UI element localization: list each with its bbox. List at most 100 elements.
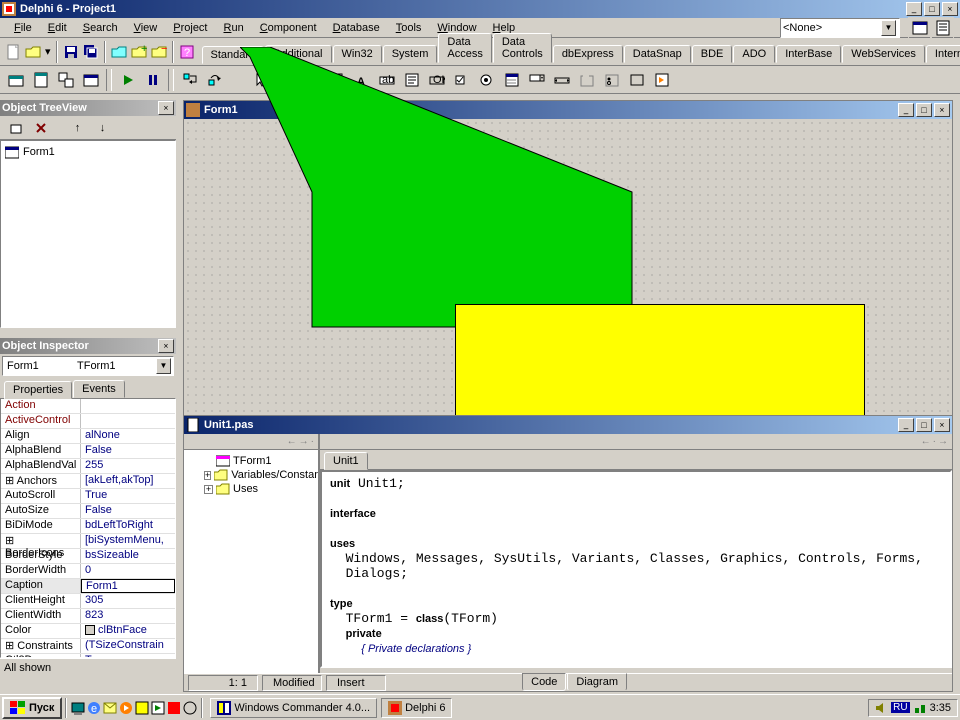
- toggle-form-unit-button[interactable]: [54, 69, 77, 91]
- treeview-body[interactable]: Form1: [0, 140, 176, 328]
- ql-app2-icon[interactable]: [150, 700, 166, 716]
- ql-outlook-icon[interactable]: [102, 700, 118, 716]
- ql-desktop-icon[interactable]: [70, 700, 86, 716]
- step-over-button[interactable]: [203, 69, 226, 91]
- run-button[interactable]: [116, 69, 139, 91]
- dropdown-arrow-icon[interactable]: ▼: [881, 20, 896, 36]
- ql-app1-icon[interactable]: [134, 700, 150, 716]
- radiobutton-component[interactable]: [475, 69, 498, 91]
- tab-datasnap[interactable]: DataSnap: [624, 45, 691, 63]
- prop-row-alphablend[interactable]: AlphaBlendFalse: [1, 444, 175, 459]
- open-project-button[interactable]: [110, 41, 128, 63]
- tab-interbase[interactable]: InterBase: [776, 45, 841, 63]
- maximize-button[interactable]: □: [924, 2, 940, 16]
- groupbox-component[interactable]: [575, 69, 598, 91]
- code-explorer[interactable]: ← → · TForm1+Variables/Constants+Uses: [184, 434, 320, 673]
- ql-app4-icon[interactable]: [182, 700, 198, 716]
- prop-row-bidimode[interactable]: BiDiModebdLeftToRight: [1, 519, 175, 534]
- nav-fwd-icon[interactable]: →: [299, 436, 309, 447]
- prop-row-action[interactable]: Action: [1, 399, 175, 414]
- prop-row-constraints[interactable]: ⊞ Constraints(TSizeConstrain: [1, 639, 175, 654]
- ql-ie-icon[interactable]: e: [86, 700, 102, 716]
- button-component[interactable]: OK: [425, 69, 448, 91]
- inspector-grid[interactable]: Action ActiveControl AlignalNone AlphaBl…: [0, 398, 176, 658]
- prop-row-alphablendval[interactable]: AlphaBlendVal255: [1, 459, 175, 474]
- save-all-button[interactable]: [82, 41, 100, 63]
- code-tree-uses[interactable]: +Uses: [188, 482, 314, 496]
- tab-win32[interactable]: Win32: [333, 45, 382, 63]
- bottom-tab-diagram[interactable]: Diagram: [567, 673, 627, 691]
- tab-bde[interactable]: BDE: [692, 45, 733, 63]
- pause-button[interactable]: [141, 69, 164, 91]
- new-form-button[interactable]: [79, 69, 102, 91]
- tab-ado[interactable]: ADO: [733, 45, 775, 63]
- scrollbar-component[interactable]: [550, 69, 573, 91]
- minimize-button[interactable]: _: [906, 2, 922, 16]
- prop-row-align[interactable]: AlignalNone: [1, 429, 175, 444]
- designer-titlebar[interactable]: Form1 _ □ ×: [184, 101, 952, 119]
- tab-events[interactable]: Events: [73, 380, 125, 398]
- unit-view-button[interactable]: [931, 17, 954, 39]
- prop-row-autoscroll[interactable]: AutoScrollTrue: [1, 489, 175, 504]
- prop-row-bordericons[interactable]: ⊞ BorderIcons[biSystemMenu,: [1, 534, 175, 549]
- clock[interactable]: 3:35: [930, 702, 951, 714]
- menu-database[interactable]: Database: [325, 20, 388, 36]
- prop-row-borderstyle[interactable]: BorderStylebsSizeable: [1, 549, 175, 564]
- tray-vol-icon[interactable]: [875, 702, 887, 714]
- task-wincommander[interactable]: Windows Commander 4.0...: [210, 698, 377, 718]
- nav-fwd-icon[interactable]: →: [938, 436, 948, 447]
- nav-back-icon[interactable]: ←: [287, 436, 297, 447]
- config-combo[interactable]: ▼: [780, 18, 900, 38]
- design-surface[interactable]: [184, 119, 952, 419]
- frames-component[interactable]: [275, 69, 298, 91]
- memo-component[interactable]: [400, 69, 423, 91]
- menu-component[interactable]: Component: [252, 20, 325, 36]
- tree-up-button[interactable]: ↑: [66, 117, 89, 139]
- checkbox-component[interactable]: [450, 69, 473, 91]
- tree-new-button[interactable]: [4, 117, 27, 139]
- help-button[interactable]: ?: [178, 41, 196, 63]
- prop-row-activecontrol[interactable]: ActiveControl: [1, 414, 175, 429]
- view-unit-button[interactable]: [29, 69, 52, 91]
- code-editor[interactable]: unit Unit1; interface uses Windows, Mess…: [320, 470, 952, 668]
- tree-down-button[interactable]: ↓: [91, 117, 114, 139]
- new-button[interactable]: [4, 41, 22, 63]
- prop-row-clientheight[interactable]: ClientHeight305: [1, 594, 175, 609]
- menu-search[interactable]: Search: [75, 20, 126, 36]
- popupmenu-component[interactable]: [325, 69, 348, 91]
- tab-properties[interactable]: Properties: [4, 381, 72, 399]
- label-component[interactable]: A: [350, 69, 373, 91]
- nav-back-icon[interactable]: ←: [921, 436, 931, 447]
- designer-min-button[interactable]: _: [898, 103, 914, 117]
- task-delphi[interactable]: Delphi 6: [381, 698, 452, 718]
- open-arrow-button[interactable]: ▾: [44, 41, 52, 63]
- tab-additional[interactable]: Additional: [265, 45, 331, 63]
- tab-internet[interactable]: Internet: [926, 45, 960, 63]
- code-max-button[interactable]: □: [916, 418, 932, 432]
- open-button[interactable]: [24, 41, 42, 63]
- trace-into-button[interactable]: [178, 69, 201, 91]
- tab-datacontrols[interactable]: Data Controls: [493, 33, 552, 63]
- code-tree-variablesconstants[interactable]: +Variables/Constants: [188, 468, 314, 482]
- tab-standard[interactable]: Standard: [202, 46, 265, 64]
- actionlist-component[interactable]: [650, 69, 673, 91]
- designer-close-button[interactable]: ×: [934, 103, 950, 117]
- remove-file-button[interactable]: −: [150, 41, 168, 63]
- menu-edit[interactable]: Edit: [40, 20, 75, 36]
- start-button[interactable]: Пуск: [2, 697, 62, 719]
- prop-row-clientwidth[interactable]: ClientWidth823: [1, 609, 175, 624]
- prop-row-anchors[interactable]: ⊞ Anchors[akLeft,akTop]: [1, 474, 175, 489]
- form-view-button[interactable]: [908, 17, 931, 39]
- prop-row-caption[interactable]: CaptionForm1: [1, 579, 175, 594]
- prop-row-borderwidth[interactable]: BorderWidth0: [1, 564, 175, 579]
- inspector-close-button[interactable]: ×: [158, 339, 174, 353]
- code-tree-tform1[interactable]: TForm1: [188, 454, 314, 468]
- menu-run[interactable]: Run: [216, 20, 252, 36]
- view-form-button[interactable]: [4, 69, 27, 91]
- combobox-component[interactable]: [525, 69, 548, 91]
- lang-indicator[interactable]: RU: [891, 702, 909, 713]
- tab-dbexpress[interactable]: dbExpress: [553, 45, 623, 63]
- radiogroup-component[interactable]: [600, 69, 623, 91]
- tray-net-icon[interactable]: [914, 702, 926, 714]
- prop-row-autosize[interactable]: AutoSizeFalse: [1, 504, 175, 519]
